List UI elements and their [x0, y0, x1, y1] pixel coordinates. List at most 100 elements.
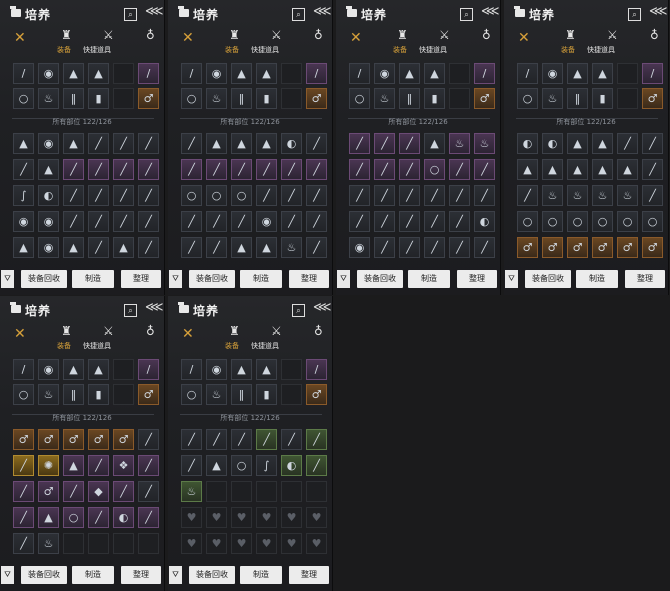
inventory-slot[interactable] — [113, 533, 134, 554]
tab-quick-items[interactable]: 快捷道具 — [83, 45, 111, 55]
inventory-slot[interactable]: ╱ — [181, 133, 202, 154]
search-icon[interactable]: ⌕ — [628, 8, 641, 21]
inventory-slot[interactable]: ○ — [424, 159, 445, 180]
sword-icon[interactable]: ⚔ — [103, 28, 114, 42]
inventory-slot[interactable]: ○ — [63, 507, 84, 528]
armor-icon[interactable]: ♜ — [229, 28, 240, 42]
inventory-slot[interactable]: ○ — [617, 211, 638, 232]
inventory-slot[interactable]: ╱ — [206, 159, 227, 180]
inventory-slot[interactable]: ♥ — [281, 507, 302, 528]
equipped-slot[interactable]: ◉ — [206, 359, 227, 380]
inventory-slot[interactable]: ╱ — [306, 211, 327, 232]
search-icon[interactable]: ⌕ — [124, 8, 137, 21]
craft-button[interactable]: 制造 — [72, 566, 114, 584]
inventory-slot[interactable]: ♥ — [256, 533, 277, 554]
inventory-slot[interactable]: ♂ — [617, 237, 638, 258]
inventory-slot[interactable]: ○ — [567, 211, 588, 232]
inventory-slot[interactable]: ▲ — [542, 159, 563, 180]
inventory-slot[interactable] — [281, 481, 302, 502]
search-icon[interactable]: ⌕ — [292, 304, 305, 317]
filter-icon[interactable]: ⛛ — [169, 270, 182, 288]
inventory-slot[interactable] — [256, 481, 277, 502]
inventory-slot[interactable]: ╱ — [281, 185, 302, 206]
equipped-slot[interactable]: ▲ — [88, 63, 109, 84]
inventory-slot[interactable]: ♂ — [592, 237, 613, 258]
inventory-slot[interactable] — [63, 533, 84, 554]
armor-icon[interactable]: ♜ — [229, 324, 240, 338]
inventory-slot[interactable]: ♂ — [567, 237, 588, 258]
inventory-slot[interactable]: ◐ — [38, 185, 59, 206]
inventory-slot[interactable]: ◐ — [281, 133, 302, 154]
inventory-slot[interactable]: ◆ — [88, 481, 109, 502]
inventory-slot[interactable]: ╱ — [399, 185, 420, 206]
equipped-slot[interactable]: ○ — [13, 88, 34, 109]
equipped-slot[interactable]: ♂ — [306, 384, 327, 405]
equipped-slot[interactable]: ▲ — [88, 359, 109, 380]
collapse-icon[interactable]: ⋘ — [649, 5, 668, 19]
inventory-slot[interactable]: ╱ — [88, 455, 109, 476]
inventory-slot[interactable]: ▲ — [206, 133, 227, 154]
inventory-slot[interactable]: ╱ — [138, 455, 159, 476]
equipped-slot[interactable]: / — [181, 359, 202, 380]
equipped-slot[interactable]: ‖ — [399, 88, 420, 109]
craft-button[interactable]: 制造 — [576, 270, 618, 288]
armor-icon[interactable]: ♜ — [397, 28, 408, 42]
collapse-icon[interactable]: ⋘ — [313, 5, 332, 19]
inventory-slot[interactable]: ╱ — [281, 159, 302, 180]
inventory-slot[interactable]: ▲ — [38, 159, 59, 180]
inventory-slot[interactable]: ♨ — [592, 185, 613, 206]
inventory-slot[interactable]: ╱ — [88, 507, 109, 528]
gourd-icon[interactable]: ♁ — [482, 28, 491, 42]
equipped-slot[interactable]: ♨ — [206, 88, 227, 109]
equipped-slot[interactable]: ▲ — [567, 63, 588, 84]
equipped-slot[interactable] — [617, 63, 638, 84]
inventory-slot[interactable]: ▲ — [231, 237, 252, 258]
equipped-slot[interactable] — [449, 63, 470, 84]
inventory-slot[interactable]: ♂ — [542, 237, 563, 258]
tab-quick-items[interactable]: 快捷道具 — [587, 45, 615, 55]
equipped-slot[interactable]: / — [517, 63, 538, 84]
inventory-slot[interactable]: ♨ — [542, 185, 563, 206]
inventory-slot[interactable]: ╱ — [113, 211, 134, 232]
inventory-slot[interactable]: ▲ — [592, 159, 613, 180]
close-icon[interactable]: ✕ — [518, 30, 530, 46]
inventory-slot[interactable]: ♨ — [474, 133, 495, 154]
inventory-slot[interactable]: ╱ — [181, 237, 202, 258]
sword-icon[interactable]: ⚔ — [607, 28, 618, 42]
equipped-slot[interactable]: ▮ — [256, 384, 277, 405]
inventory-slot[interactable]: ╱ — [231, 159, 252, 180]
inventory-slot[interactable]: ◉ — [349, 237, 370, 258]
equipped-slot[interactable]: ▲ — [424, 63, 445, 84]
close-icon[interactable]: ✕ — [182, 30, 194, 46]
tab-quick-items[interactable]: 快捷道具 — [83, 341, 111, 351]
inventory-slot[interactable]: ╱ — [617, 133, 638, 154]
equipped-slot[interactable] — [113, 359, 134, 380]
inventory-slot[interactable]: ╱ — [138, 159, 159, 180]
inventory-slot[interactable]: ╱ — [449, 185, 470, 206]
inventory-slot[interactable]: ♥ — [256, 507, 277, 528]
gourd-icon[interactable]: ♁ — [314, 28, 323, 42]
armor-icon[interactable]: ♜ — [61, 324, 72, 338]
sort-button[interactable]: 整理 — [121, 566, 161, 584]
inventory-slot[interactable]: ▲ — [13, 133, 34, 154]
inventory-slot[interactable]: ▲ — [592, 133, 613, 154]
equipped-slot[interactable]: ▲ — [231, 63, 252, 84]
inventory-slot[interactable]: ╱ — [88, 159, 109, 180]
inventory-slot[interactable]: ♂ — [88, 429, 109, 450]
equipped-slot[interactable]: / — [474, 63, 495, 84]
tab-quick-items[interactable]: 快捷道具 — [251, 45, 279, 55]
equipped-slot[interactable]: ▮ — [256, 88, 277, 109]
sort-button[interactable]: 整理 — [625, 270, 665, 288]
equipped-slot[interactable]: / — [642, 63, 663, 84]
inventory-slot[interactable]: ◉ — [256, 211, 277, 232]
craft-button[interactable]: 制造 — [240, 270, 282, 288]
gourd-icon[interactable]: ♁ — [146, 28, 155, 42]
inventory-slot[interactable]: ╱ — [349, 185, 370, 206]
equipped-slot[interactable]: ♨ — [206, 384, 227, 405]
sort-button[interactable]: 整理 — [289, 270, 329, 288]
sword-icon[interactable]: ⚔ — [271, 324, 282, 338]
inventory-slot[interactable]: ╱ — [424, 185, 445, 206]
equipped-slot[interactable]: ♂ — [138, 384, 159, 405]
inventory-slot[interactable]: ♨ — [38, 533, 59, 554]
inventory-slot[interactable]: ╱ — [642, 185, 663, 206]
